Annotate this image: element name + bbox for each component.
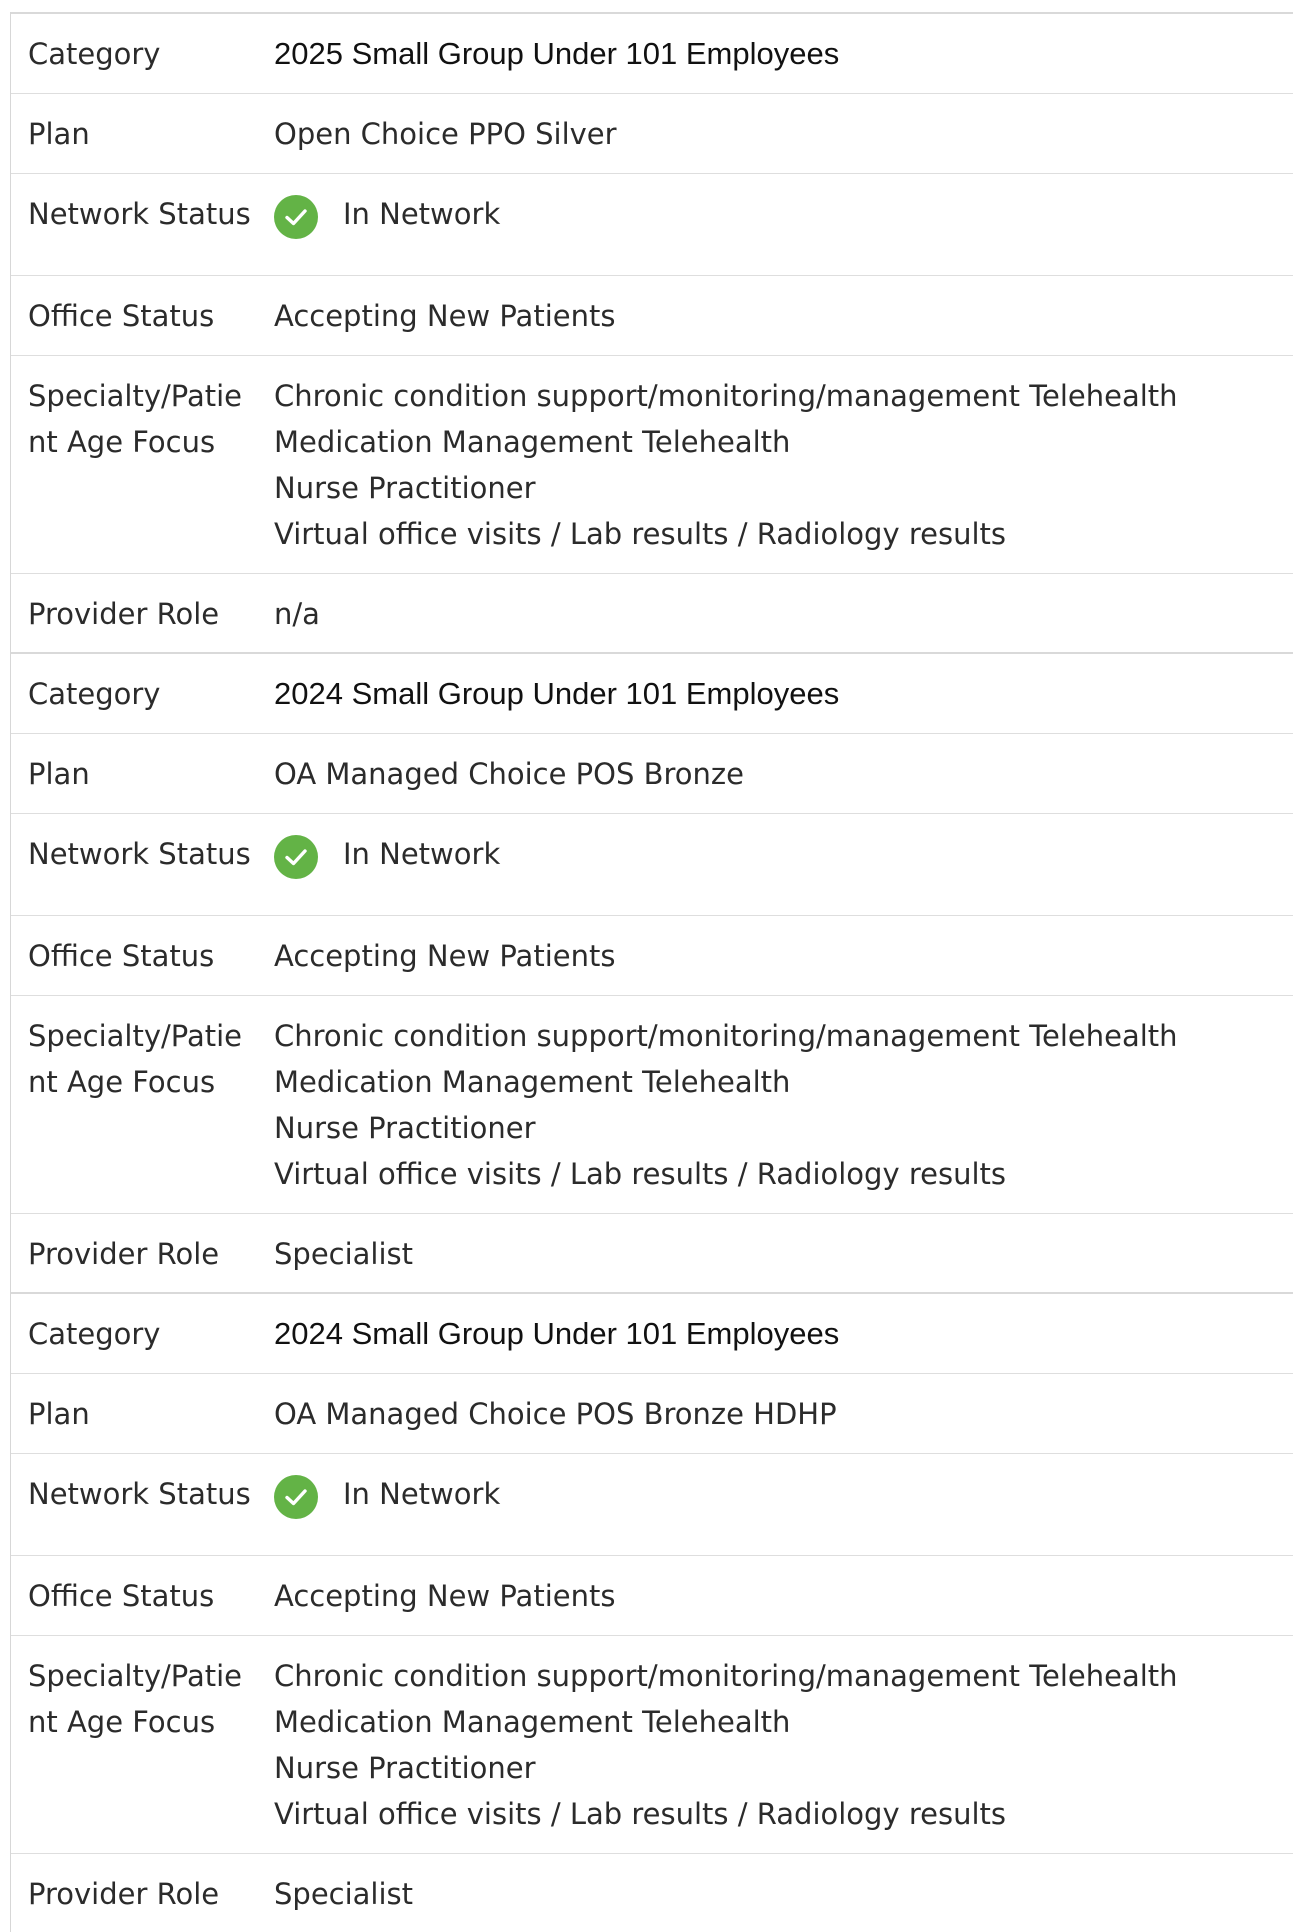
plan-row: Plan OA Managed Choice POS Bronze <box>11 734 1293 814</box>
specialty-item: Virtual office visits / Lab results / Ra… <box>274 1157 1006 1191</box>
specialty-label: Specialty/Patie nt Age Focus <box>11 1013 274 1213</box>
check-circle-icon <box>274 1475 318 1519</box>
specialty-item: Medication Management Telehealth <box>274 425 791 459</box>
category-row: Category 2024 Small Group Under 101 Empl… <box>11 1294 1293 1374</box>
provider-role-row: Provider Role Specialist <box>11 1214 1293 1292</box>
plan-value: OA Managed Choice POS Bronze <box>274 757 744 791</box>
plan-label: Plan <box>28 117 90 151</box>
plan-row: Plan Open Choice PPO Silver <box>11 94 1293 174</box>
office-status-label: Office Status <box>28 299 215 333</box>
specialty-label-line: nt Age Focus <box>28 425 216 459</box>
specialty-item: Virtual office visits / Lab results / Ra… <box>274 1797 1006 1831</box>
network-status-label: Network Status <box>28 197 251 231</box>
specialty-value: Chronic condition support/monitoring/man… <box>274 373 1293 573</box>
plan-block: Category 2024 Small Group Under 101 Empl… <box>11 652 1293 1292</box>
category-label: Category <box>28 677 161 711</box>
network-status-value: In Network <box>274 191 1293 239</box>
specialty-label: Specialty/Patie nt Age Focus <box>11 1653 274 1853</box>
network-status-row: Network Status In Network <box>11 174 1293 276</box>
plan-value: Open Choice PPO Silver <box>274 117 617 151</box>
provider-role-row: Provider Role n/a <box>11 574 1293 652</box>
provider-role-label: Provider Role <box>28 1237 220 1271</box>
provider-role-row: Provider Role Specialist <box>11 1854 1293 1932</box>
specialty-row: Specialty/Patie nt Age Focus Chronic con… <box>11 1636 1293 1854</box>
network-status-label: Network Status <box>28 837 251 871</box>
provider-role-label: Provider Role <box>28 597 220 631</box>
network-status-text: In Network <box>343 197 501 231</box>
network-status-row: Network Status In Network <box>11 1454 1293 1556</box>
specialty-label-line: Specialty/Patie <box>28 1659 243 1693</box>
provider-role-value: n/a <box>274 597 320 631</box>
network-status-text: In Network <box>343 837 501 871</box>
specialty-label-line: Specialty/Patie <box>28 1019 243 1053</box>
category-label: Category <box>28 37 161 71</box>
office-status-label: Office Status <box>28 939 215 973</box>
plan-label: Plan <box>28 757 90 791</box>
office-status-label: Office Status <box>28 1579 215 1613</box>
plan-label: Plan <box>28 1397 90 1431</box>
specialty-item: Chronic condition support/monitoring/man… <box>274 1659 1178 1693</box>
office-status-value: Accepting New Patients <box>274 299 616 333</box>
office-status-value: Accepting New Patients <box>274 939 616 973</box>
plan-details-list: Category 2025 Small Group Under 101 Empl… <box>10 12 1293 1932</box>
category-row: Category 2024 Small Group Under 101 Empl… <box>11 654 1293 734</box>
specialty-item: Nurse Practitioner <box>274 1111 536 1145</box>
specialty-label: Specialty/Patie nt Age Focus <box>11 373 274 573</box>
plan-row: Plan OA Managed Choice POS Bronze HDHP <box>11 1374 1293 1454</box>
network-status-label: Network Status <box>28 1477 251 1511</box>
specialty-label-line: nt Age Focus <box>28 1065 216 1099</box>
network-status-row: Network Status In Network <box>11 814 1293 916</box>
plan-block: Category 2024 Small Group Under 101 Empl… <box>11 1292 1293 1932</box>
specialty-item: Nurse Practitioner <box>274 1751 536 1785</box>
specialty-row: Specialty/Patie nt Age Focus Chronic con… <box>11 996 1293 1214</box>
office-status-row: Office Status Accepting New Patients <box>11 1556 1293 1636</box>
specialty-row: Specialty/Patie nt Age Focus Chronic con… <box>11 356 1293 574</box>
specialty-value: Chronic condition support/monitoring/man… <box>274 1653 1293 1853</box>
category-row: Category 2025 Small Group Under 101 Empl… <box>11 14 1293 94</box>
provider-role-label: Provider Role <box>28 1877 220 1911</box>
category-label: Category <box>28 1317 161 1351</box>
specialty-item: Medication Management Telehealth <box>274 1705 791 1739</box>
office-status-value: Accepting New Patients <box>274 1579 616 1613</box>
specialty-item: Virtual office visits / Lab results / Ra… <box>274 517 1006 551</box>
network-status-text: In Network <box>343 1477 501 1511</box>
check-circle-icon <box>274 195 318 239</box>
specialty-label-line: Specialty/Patie <box>28 379 243 413</box>
office-status-row: Office Status Accepting New Patients <box>11 276 1293 356</box>
specialty-label-line: nt Age Focus <box>28 1705 216 1739</box>
provider-role-value: Specialist <box>274 1237 414 1271</box>
provider-role-value: Specialist <box>274 1877 414 1911</box>
specialty-item: Nurse Practitioner <box>274 471 536 505</box>
specialty-value: Chronic condition support/monitoring/man… <box>274 1013 1293 1213</box>
network-status-value: In Network <box>274 1471 1293 1519</box>
office-status-row: Office Status Accepting New Patients <box>11 916 1293 996</box>
specialty-item: Medication Management Telehealth <box>274 1065 791 1099</box>
network-status-value: In Network <box>274 831 1293 879</box>
plan-block: Category 2025 Small Group Under 101 Empl… <box>11 12 1293 652</box>
category-value: 2025 Small Group Under 101 Employees <box>274 36 840 71</box>
specialty-item: Chronic condition support/monitoring/man… <box>274 1019 1178 1053</box>
specialty-item: Chronic condition support/monitoring/man… <box>274 379 1178 413</box>
plan-value: OA Managed Choice POS Bronze HDHP <box>274 1397 837 1431</box>
category-value: 2024 Small Group Under 101 Employees <box>274 676 840 711</box>
category-value: 2024 Small Group Under 101 Employees <box>274 1316 840 1351</box>
check-circle-icon <box>274 835 318 879</box>
